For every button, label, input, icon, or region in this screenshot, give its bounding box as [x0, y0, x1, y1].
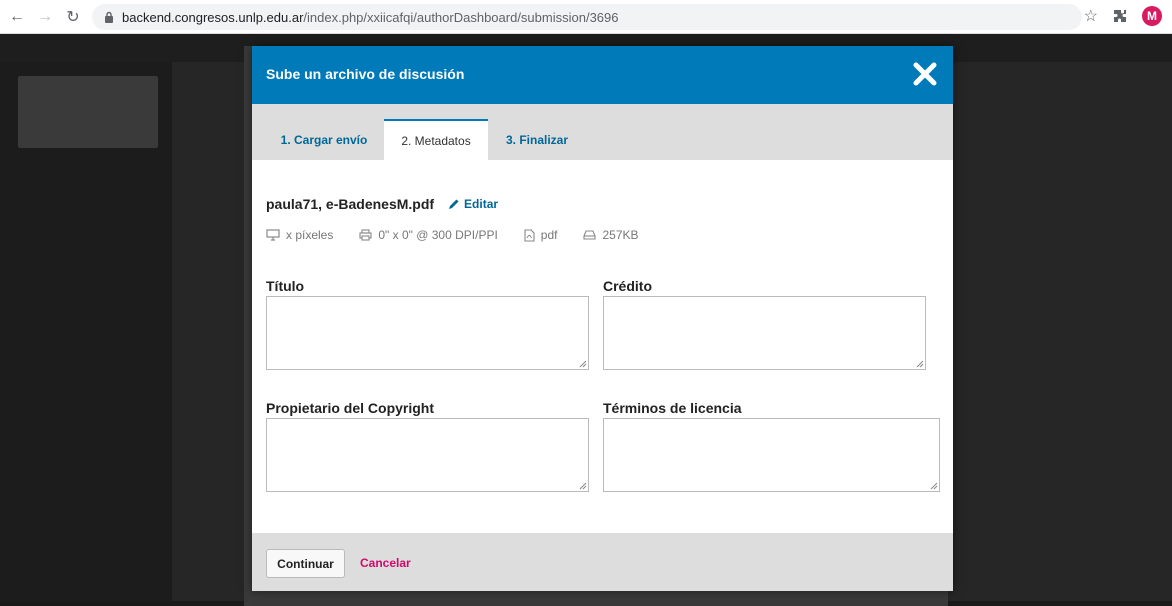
resize-grip-icon[interactable] — [579, 360, 587, 368]
wizard-tabs: 1. Cargar envío 2. Metadatos 3. Finaliza… — [252, 104, 953, 160]
hard-drive-icon — [583, 230, 597, 240]
extensions-puzzle-icon[interactable] — [1112, 8, 1128, 24]
backdrop-logo — [18, 76, 158, 148]
tab-finalizar[interactable]: 3. Finalizar — [498, 119, 576, 160]
tab-label: 1. Cargar envío — [280, 132, 368, 147]
continue-button[interactable]: Continuar — [266, 549, 345, 578]
close-icon[interactable] — [911, 60, 939, 88]
tab-label: 2. Metadatos — [401, 133, 471, 148]
title-label: Título — [266, 278, 305, 294]
credit-label: Crédito — [603, 278, 652, 294]
resize-grip-icon[interactable] — [930, 482, 938, 490]
modal-footer: Continuar Cancelar — [252, 533, 953, 591]
pdf-file-icon — [524, 228, 535, 242]
upload-discussion-file-modal: Sube un archivo de discusión 1. Cargar e… — [252, 46, 953, 591]
credit-field[interactable] — [603, 296, 926, 370]
file-metadata: x píxeles 0" x 0" @ 300 DPI/PPI pdf 257K… — [266, 228, 665, 242]
pencil-icon — [449, 199, 459, 209]
modal-title: Sube un archivo de discusión — [266, 66, 465, 82]
tab-cargar-envio[interactable]: 1. Cargar envío — [268, 119, 380, 160]
back-arrow-icon[interactable]: ← — [6, 6, 28, 28]
url-path: /index.php/xxiicafqi/authorDashboard/sub… — [303, 9, 619, 25]
tab-metadatos[interactable]: 2. Metadatos — [384, 119, 488, 160]
print-size-value: 0" x 0" @ 300 DPI/PPI — [378, 228, 498, 242]
tab-label: 3. Finalizar — [505, 132, 569, 147]
bookmark-star-icon[interactable]: ☆ — [1084, 6, 1098, 26]
url-text: backend.congresos.unlp.edu.ar/index.php/… — [122, 10, 619, 25]
print-size-item: 0" x 0" @ 300 DPI/PPI — [359, 228, 498, 242]
file-size-item: 257KB — [583, 228, 639, 242]
printer-icon — [359, 229, 372, 241]
resize-grip-icon[interactable] — [579, 482, 587, 490]
reload-icon[interactable]: ↻ — [62, 6, 84, 28]
browser-toolbar: ← → ↻ backend.congresos.unlp.edu.ar/inde… — [0, 0, 1172, 34]
license-terms-field[interactable] — [603, 418, 940, 492]
url-host: backend.congresos.unlp.edu.ar — [122, 9, 304, 25]
modal-header: Sube un archivo de discusión — [252, 46, 953, 104]
file-info: paula71, e-BadenesM.pdf Editar — [266, 196, 498, 212]
forward-arrow-icon[interactable]: → — [34, 6, 56, 28]
dimensions-value: x píxeles — [286, 228, 334, 242]
edit-label: Editar — [464, 197, 499, 211]
address-bar[interactable]: backend.congresos.unlp.edu.ar/index.php/… — [92, 4, 1082, 30]
resize-grip-icon[interactable] — [916, 360, 924, 368]
dimensions-item: x píxeles — [266, 228, 333, 242]
cancel-link[interactable]: Cancelar — [360, 556, 411, 570]
copyright-owner-field[interactable] — [266, 418, 589, 492]
copyright-label: Propietario del Copyright — [266, 400, 435, 416]
file-type-value: pdf — [540, 228, 558, 242]
profile-avatar[interactable]: M — [1142, 6, 1162, 26]
title-field[interactable] — [266, 296, 589, 370]
edit-link[interactable]: Editar — [448, 197, 498, 211]
file-type-item: pdf — [524, 228, 558, 242]
file-size-value: 257KB — [602, 228, 639, 242]
license-label: Términos de licencia — [603, 400, 742, 416]
monitor-icon — [266, 229, 280, 241]
file-name: paula71, e-BadenesM.pdf — [266, 196, 435, 212]
lock-icon — [105, 11, 113, 23]
